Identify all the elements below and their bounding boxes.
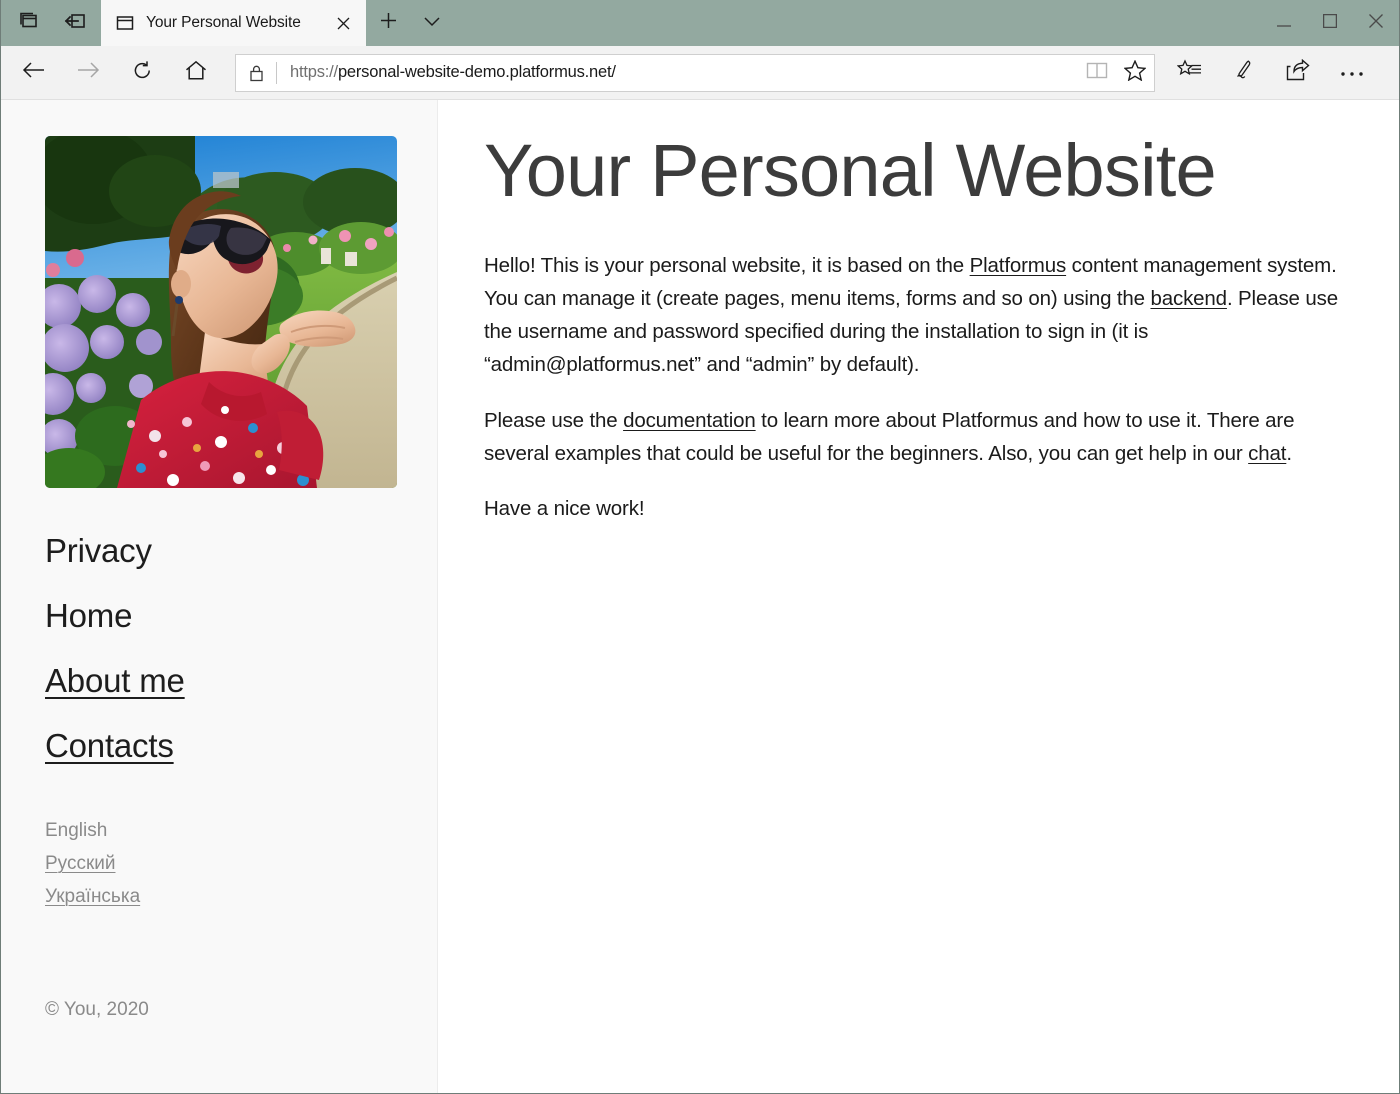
intro-paragraph: Hello! This is your personal website, it… <box>484 249 1339 382</box>
platformus-link[interactable]: Platformus <box>970 254 1067 277</box>
chevron-down-icon <box>424 14 440 32</box>
refresh-button[interactable] <box>120 53 164 93</box>
add-favorite-button[interactable] <box>1116 55 1154 91</box>
favorites-hub-icon <box>1176 59 1203 86</box>
web-note-button[interactable] <box>1222 53 1266 93</box>
tab-close-button[interactable] <box>328 8 358 38</box>
minimize-button[interactable] <box>1261 0 1307 46</box>
language-switcher: English Русский Українська <box>45 821 437 920</box>
back-arrow-icon <box>22 60 46 85</box>
nav-item-home[interactable]: Home <box>45 599 132 632</box>
forward-arrow-icon <box>76 60 100 85</box>
nav-item-contacts[interactable]: Contacts <box>45 729 174 762</box>
toolbar-right-icons <box>1163 53 1379 93</box>
web-page: Privacy Home About me Contacts English Р… <box>1 100 1399 1093</box>
chat-link[interactable]: chat <box>1248 442 1286 465</box>
docs-paragraph: Please use the documentation to learn mo… <box>484 404 1339 470</box>
tabbar-spacer <box>454 0 1261 46</box>
stacked-windows-icon <box>18 11 40 36</box>
maximize-button[interactable] <box>1307 0 1353 46</box>
pen-icon <box>1232 59 1256 87</box>
lock-icon <box>236 55 276 91</box>
minimize-icon <box>1277 14 1291 32</box>
site-navigation: Privacy Home About me Contacts <box>45 534 437 794</box>
window-close-button[interactable] <box>1353 0 1399 46</box>
documentation-link[interactable]: documentation <box>623 409 756 432</box>
site-sidebar: Privacy Home About me Contacts English Р… <box>1 100 438 1093</box>
tab-title: Your Personal Website <box>146 14 301 31</box>
show-all-tabs-button[interactable] <box>7 3 51 43</box>
browser-toolbar: https://personal-website-demo.platformus… <box>1 46 1399 100</box>
reading-view-button[interactable] <box>1078 55 1116 91</box>
set-tabs-aside-icon <box>63 11 87 36</box>
address-bar[interactable]: https://personal-website-demo.platformus… <box>235 53 1155 92</box>
tab-menu-button[interactable] <box>410 0 454 46</box>
docs-text-3: . <box>1286 441 1292 465</box>
home-button[interactable] <box>174 53 218 93</box>
forward-button[interactable] <box>66 53 110 93</box>
browser-window: Your Personal Website https://personal-w… <box>0 0 1400 1094</box>
plus-icon <box>380 12 397 34</box>
tab-bar: Your Personal Website <box>1 0 1399 46</box>
tabbar-left-icons <box>1 0 101 46</box>
share-button[interactable] <box>1276 53 1320 93</box>
backend-link[interactable]: backend <box>1150 287 1227 310</box>
maximize-icon <box>1322 13 1338 33</box>
portrait-photo <box>45 136 397 488</box>
close-icon <box>1369 13 1383 33</box>
language-english[interactable]: English <box>45 821 107 840</box>
more-settings-button[interactable] <box>1330 53 1374 93</box>
refresh-icon <box>132 60 153 86</box>
url-host: personal-website-demo.platformus.net/ <box>337 63 616 81</box>
favorites-hub-button[interactable] <box>1168 53 1212 93</box>
url-text[interactable]: https://personal-website-demo.platformus… <box>277 63 1078 82</box>
url-scheme: https:// <box>290 63 338 81</box>
ellipsis-icon <box>1340 64 1364 82</box>
home-icon <box>185 60 207 86</box>
closing-paragraph: Have a nice work! <box>484 497 645 521</box>
page-title: Your Personal Website <box>484 129 1217 212</box>
docs-text-1: Please use the <box>484 408 624 432</box>
language-russian[interactable]: Русский <box>45 854 116 873</box>
browser-tab[interactable]: Your Personal Website <box>101 0 366 46</box>
window-controls <box>1261 0 1399 46</box>
book-icon <box>1086 61 1108 85</box>
new-tab-button[interactable] <box>366 0 410 46</box>
copyright-text: © You, 2020 <box>45 999 149 1020</box>
star-icon <box>1123 58 1147 86</box>
intro-text-1: Hello! This is your personal website, it… <box>484 253 970 277</box>
site-main-content: Your Personal Website Hello! This is you… <box>438 100 1399 1093</box>
nav-item-privacy[interactable]: Privacy <box>45 534 152 567</box>
language-ukrainian[interactable]: Українська <box>45 887 140 906</box>
share-icon <box>1286 58 1310 86</box>
back-button[interactable] <box>12 53 56 93</box>
set-tabs-aside-button[interactable] <box>53 3 97 43</box>
page-icon <box>115 13 135 33</box>
nav-item-about-me[interactable]: About me <box>45 664 185 697</box>
